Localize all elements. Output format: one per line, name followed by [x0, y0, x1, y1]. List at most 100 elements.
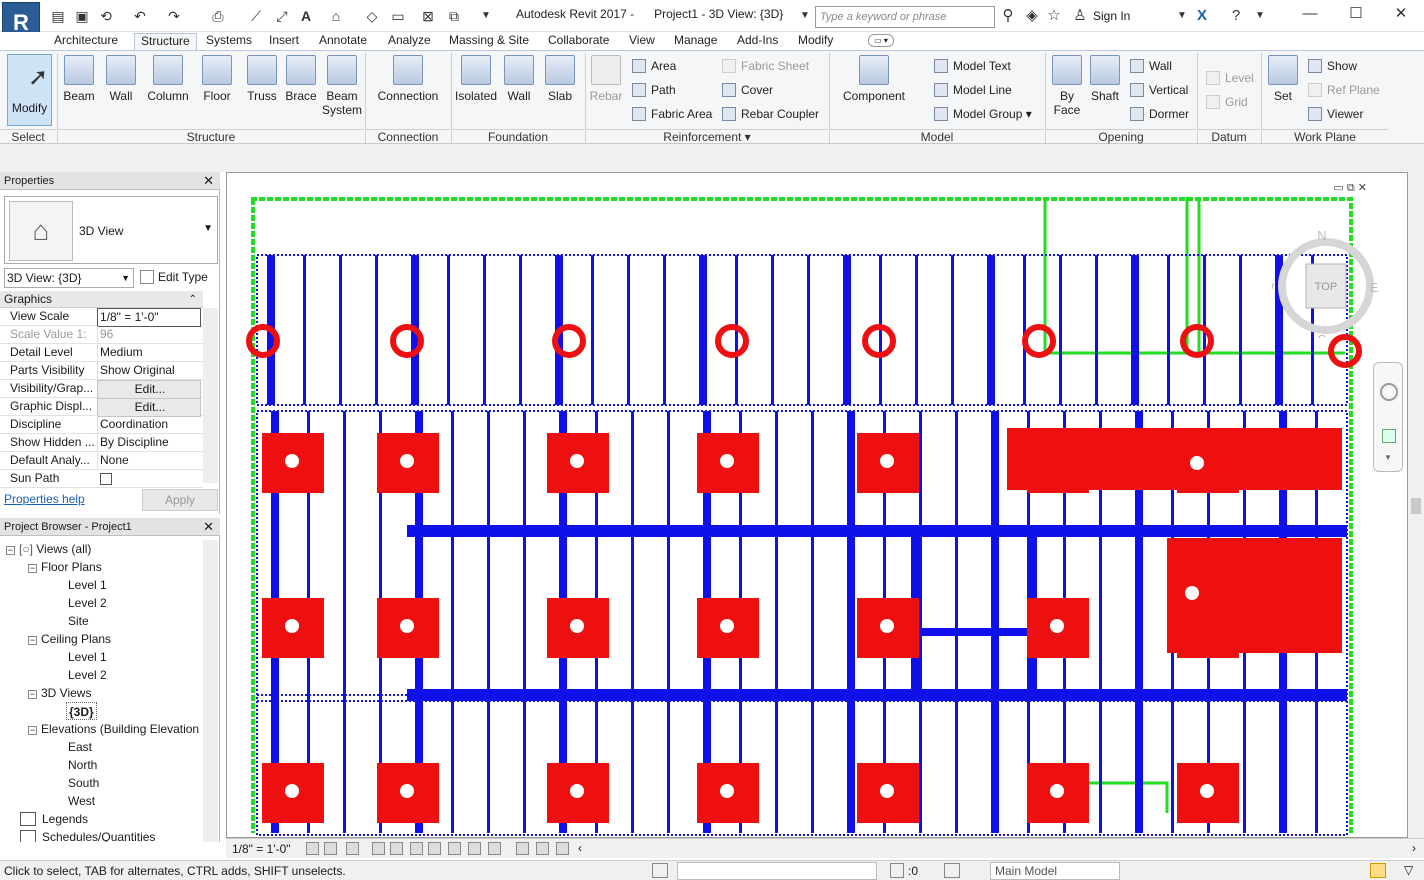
chevron-down-icon[interactable]: ▼	[1384, 453, 1392, 462]
graphics-group-header[interactable]: Graphics ⌃	[0, 291, 203, 308]
zoom-icon[interactable]	[1382, 429, 1396, 443]
view-window-controls[interactable]: ▭ ⧉ ✕	[1333, 181, 1367, 195]
tree-schedules[interactable]: Schedules/Quantities	[20, 828, 155, 842]
beam-system-button[interactable]: Beam System	[322, 55, 362, 117]
property-value[interactable]: 1/8" = 1'-0"	[97, 308, 201, 327]
fabric-area-button[interactable]: Fabric Area	[632, 105, 712, 123]
level-button[interactable]: Level	[1206, 69, 1254, 87]
thin-lines-icon[interactable]: ▭	[388, 7, 408, 27]
save-icon[interactable]: ▣	[72, 7, 92, 27]
minimize-button[interactable]: —	[1287, 2, 1333, 28]
tree-ceiling-plans[interactable]: − Ceiling Plans	[28, 630, 111, 648]
tab-view[interactable]: View	[623, 33, 661, 50]
property-value[interactable]: 96	[97, 326, 201, 343]
property-row[interactable]: Graphic Displ... Edit...	[0, 398, 203, 417]
ref-plane-button[interactable]: Ref Plane	[1308, 81, 1380, 99]
tree-floor-plan-level-2[interactable]: Level 2	[68, 594, 107, 612]
collapse-icon[interactable]: −	[28, 690, 37, 699]
tab-collaborate[interactable]: Collaborate	[542, 33, 615, 50]
sign-in-dropdown-icon[interactable]: ▼	[1172, 7, 1192, 27]
truss-button[interactable]: Truss	[244, 55, 280, 103]
cover-button[interactable]: Cover	[722, 81, 773, 99]
datum-panel-label[interactable]: Datum	[1198, 129, 1260, 145]
tree-ceiling-level-1[interactable]: Level 1	[68, 648, 107, 666]
sun-path-icon[interactable]	[346, 842, 359, 855]
undo-icon[interactable]: ↶	[130, 7, 150, 27]
properties-help-link[interactable]: Properties help	[4, 492, 85, 506]
visual-style-icon[interactable]	[324, 842, 337, 855]
shaft-button[interactable]: Shaft	[1088, 55, 1122, 103]
filter-funnel-icon[interactable]: ▽	[1404, 863, 1413, 877]
property-row[interactable]: Default Analy... None	[0, 452, 203, 470]
tree-elevation-north[interactable]: North	[68, 756, 97, 774]
property-value[interactable]: Edit...	[97, 380, 201, 399]
viewcube[interactable]: TOP N S E W	[1262, 228, 1380, 347]
brace-button[interactable]: Brace	[284, 55, 318, 103]
subscription-icon[interactable]: ◈	[1022, 7, 1042, 27]
isolated-foundation-button[interactable]: Isolated	[454, 55, 498, 103]
analytical-model-icon[interactable]	[516, 842, 529, 855]
qat-dropdown-icon[interactable]: ▼	[476, 7, 496, 27]
tab-systems[interactable]: Systems	[200, 33, 258, 50]
property-row[interactable]: Discipline Coordination	[0, 416, 203, 434]
model-line-button[interactable]: Model Line	[934, 81, 1012, 99]
tree-views-all[interactable]: − [○] Views (all)	[6, 540, 91, 558]
show-work-plane-button[interactable]: Show	[1308, 57, 1357, 75]
slab-button[interactable]: Slab	[542, 55, 578, 103]
workset-selector[interactable]	[677, 862, 877, 880]
wall-opening-button[interactable]: Wall	[1130, 57, 1172, 75]
rebar-coupler-button[interactable]: Rebar Coupler	[722, 105, 819, 123]
dormer-button[interactable]: Dormer	[1130, 105, 1189, 123]
reveal-constraints-icon[interactable]	[556, 842, 569, 855]
type-selector[interactable]: ⌂ 3D View ▼	[4, 196, 218, 264]
close-button[interactable]: ✕	[1378, 2, 1424, 28]
exchange-apps-icon[interactable]: X	[1192, 7, 1212, 27]
sign-in-button[interactable]: Sign In	[1093, 9, 1130, 23]
redo-icon[interactable]: ↷	[164, 7, 184, 27]
tab-structure[interactable]: Structure	[134, 33, 197, 50]
help-dropdown-icon[interactable]: ▼	[1250, 7, 1270, 27]
tree-floor-plan-site[interactable]: Site	[68, 612, 89, 630]
tree-floor-plans[interactable]: − Floor Plans	[28, 558, 102, 576]
reinforcement-panel-label[interactable]: Reinforcement ▾	[586, 129, 828, 145]
crop-view-icon[interactable]	[410, 842, 423, 855]
view-scale[interactable]: 1/8" = 1'-0"	[232, 842, 291, 856]
close-icon[interactable]: ✕	[203, 518, 214, 536]
chevron-right-icon[interactable]: ›	[1412, 841, 1416, 855]
aligned-dimension-icon[interactable]: ⤢	[272, 7, 292, 27]
maximize-button[interactable]: ☐	[1333, 2, 1379, 28]
binoculars-icon[interactable]: ⚲	[998, 7, 1018, 27]
edit-type-button[interactable]: Edit Type	[140, 268, 218, 288]
structural-wall-button[interactable]: Wall	[102, 55, 140, 103]
tree-ceiling-level-2[interactable]: Level 2	[68, 666, 107, 684]
help-icon[interactable]: ?	[1226, 7, 1246, 27]
floor-button[interactable]: Floor	[198, 55, 236, 103]
collapse-icon[interactable]: −	[28, 636, 37, 645]
tab-add-ins[interactable]: Add-Ins	[731, 33, 784, 50]
property-value[interactable]: Edit...	[97, 398, 201, 417]
tree-floor-plan-level-1[interactable]: Level 1	[68, 576, 107, 594]
switch-windows-icon[interactable]: ⧉	[444, 7, 464, 27]
viewer-button[interactable]: Viewer	[1308, 105, 1363, 123]
tab-insert[interactable]: Insert	[263, 33, 305, 50]
property-row[interactable]: Visibility/Grap... Edit...	[0, 380, 203, 399]
sun-path-checkbox-box[interactable]	[100, 473, 112, 485]
star-icon[interactable]: ☆	[1044, 7, 1064, 27]
structure-panel-label[interactable]: Structure	[58, 129, 364, 145]
tree-elevations[interactable]: − Elevations (Building Elevation	[28, 720, 199, 738]
tree-elevation-east[interactable]: East	[68, 738, 92, 756]
search-input[interactable]: Type a keyword or phrase	[815, 6, 995, 28]
foundation-panel-label[interactable]: Foundation	[452, 129, 584, 145]
close-hidden-icon[interactable]: ⊠	[418, 7, 438, 27]
highlight-displacement-icon[interactable]	[536, 842, 549, 855]
tab-massing-site[interactable]: Massing & Site	[443, 33, 535, 50]
tree-3d-views[interactable]: −3D Views	[28, 684, 91, 702]
property-value[interactable]: By Discipline	[97, 434, 201, 451]
user-icon[interactable]: ♙	[1070, 7, 1090, 27]
temporary-hide-icon[interactable]	[468, 842, 481, 855]
wall-foundation-button[interactable]: Wall	[500, 55, 538, 103]
property-row[interactable]: Show Hidden ... By Discipline	[0, 434, 203, 452]
render-icon[interactable]	[390, 842, 403, 855]
property-row[interactable]: Detail Level Medium	[0, 344, 203, 362]
tree-legends[interactable]: Legends	[20, 810, 88, 828]
